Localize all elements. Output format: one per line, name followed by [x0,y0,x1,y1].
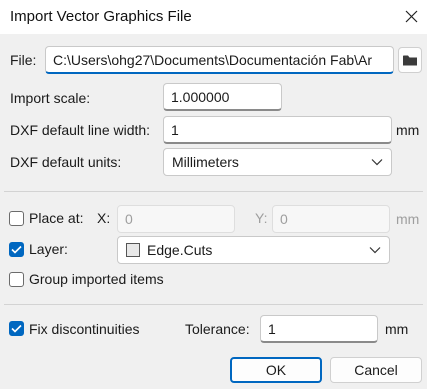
checkmark-icon [11,324,22,333]
y-position-value: 0 [280,211,288,227]
ok-button[interactable]: OK [230,357,322,383]
folder-icon [403,55,417,66]
dxf-line-width-value: 1 [171,121,179,138]
import-scale-value: 1.000000 [171,88,230,105]
checkmark-icon [11,245,22,254]
window-title: Import Vector Graphics File [10,8,192,25]
import-scale-label: Import scale: [10,90,91,106]
dxf-line-width-label: DXF default line width: [10,122,151,138]
file-path-value: C:\Users\ohg27\Documents\Documentación F… [53,51,373,68]
x-position-value: 0 [125,211,133,227]
cancel-button[interactable]: Cancel [330,357,422,383]
x-position-input[interactable]: 0 [117,205,235,233]
x-label: X: [97,210,111,226]
separator [4,191,423,192]
dxf-units-selected: Millimeters [172,154,239,170]
chevron-down-icon [369,247,381,254]
dxf-line-width-input[interactable]: 1 [163,116,392,144]
group-items-checkbox[interactable] [9,272,24,287]
browse-button[interactable] [398,47,422,73]
place-at-checkbox[interactable] [9,211,24,226]
tolerance-unit: mm [385,321,409,337]
file-path-input[interactable]: C:\Users\ohg27\Documents\Documentación F… [45,46,394,74]
separator [4,304,423,305]
tolerance-input[interactable]: 1 [260,315,378,343]
import-scale-input[interactable]: 1.000000 [163,83,282,111]
fix-discontinuities-label: Fix discontinuities [29,321,140,337]
dxf-units-label: DXF default units: [10,154,122,170]
file-label: File: [10,52,37,68]
layer-dropdown[interactable]: Edge.Cuts [117,236,390,264]
dxf-line-width-unit: mm [396,122,420,138]
fix-discontinuities-checkbox[interactable] [9,321,24,336]
place-at-unit: mm [396,211,420,227]
y-position-input[interactable]: 0 [272,205,390,233]
tolerance-value: 1 [268,320,276,337]
close-button[interactable] [397,2,425,30]
group-items-label: Group imported items [29,271,164,287]
chevron-down-icon [371,159,383,166]
tolerance-label: Tolerance: [185,321,250,337]
layer-selected: Edge.Cuts [147,242,213,258]
layer-color-swatch [126,243,140,257]
layer-label: Layer: [29,241,68,257]
dxf-units-dropdown[interactable]: Millimeters [163,148,392,176]
close-icon [405,10,417,22]
place-at-label: Place at: [29,210,84,226]
layer-checkbox[interactable] [9,242,24,257]
y-label: Y: [255,210,268,226]
